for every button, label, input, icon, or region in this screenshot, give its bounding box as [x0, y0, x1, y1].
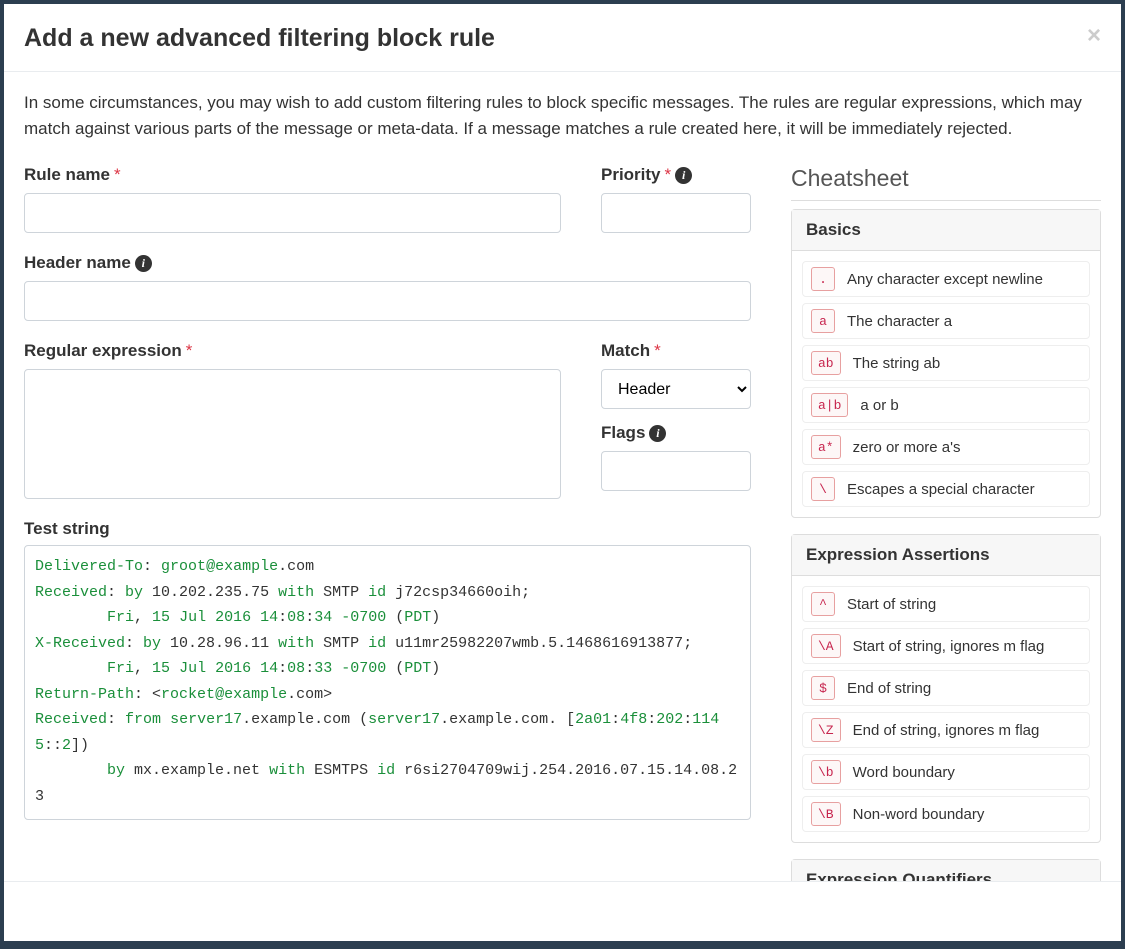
cheat-item[interactable]: \Z End of string, ignores m flag	[802, 712, 1090, 748]
test-string-label: Test string	[24, 519, 751, 539]
cheat-item[interactable]: \A Start of string, ignores m flag	[802, 628, 1090, 664]
cheat-item[interactable]: ab The string ab	[802, 345, 1090, 381]
flags-input[interactable]	[601, 451, 751, 491]
modal-body[interactable]: In some circumstances, you may wish to a…	[4, 72, 1121, 881]
form-area: Rule name * Priority *i Header name i	[24, 165, 1101, 881]
cheat-desc: zero or more a's	[853, 439, 961, 456]
cheat-desc: Non-word boundary	[853, 806, 985, 823]
cheat-item[interactable]: a|b a or b	[802, 387, 1090, 423]
cheat-item[interactable]: \B Non-word boundary	[802, 796, 1090, 832]
cheatsheet-section-header: Expression Quantifiers	[792, 860, 1100, 881]
header-name-label: Header name i	[24, 253, 751, 273]
regex-input[interactable]	[24, 369, 561, 499]
cheatsheet-section: Expression Assertions ^ Start of string \A S…	[791, 534, 1101, 843]
header-name-field: Header name i	[24, 253, 751, 321]
cheat-desc: End of string, ignores m flag	[853, 722, 1040, 739]
cheat-code: \b	[811, 760, 841, 784]
cheat-code: a	[811, 309, 835, 333]
flags-label: Flags i	[601, 423, 751, 443]
cheat-desc: The string ab	[853, 355, 941, 372]
cheat-desc: Escapes a special character	[847, 481, 1035, 498]
cheatsheet-section-header: Basics	[792, 210, 1100, 251]
info-icon[interactable]: i	[649, 425, 666, 442]
priority-field: Priority *i	[601, 165, 751, 233]
cheat-item[interactable]: . Any character except newline	[802, 261, 1090, 297]
cheat-item[interactable]: a* zero or more a's	[802, 429, 1090, 465]
cheat-code: \Z	[811, 718, 841, 742]
cheat-item[interactable]: \ Escapes a special character	[802, 471, 1090, 507]
modal-header: Add a new advanced filtering block rule …	[4, 4, 1121, 72]
cheatsheet-panel: Cheatsheet Basics. Any character except n…	[791, 165, 1101, 881]
intro-text: In some circumstances, you may wish to a…	[24, 90, 1101, 141]
cheat-code: $	[811, 676, 835, 700]
match-select[interactable]: Header	[601, 369, 751, 409]
regex-label: Regular expression *	[24, 341, 561, 361]
test-string-box[interactable]: Delivered-To: groot@example.com Received…	[24, 545, 751, 820]
cheat-code: ^	[811, 592, 835, 616]
cheat-desc: Start of string, ignores m flag	[853, 638, 1045, 655]
priority-input[interactable]	[601, 193, 751, 233]
cheatsheet-section-header: Expression Assertions	[792, 535, 1100, 576]
modal-footer	[4, 881, 1121, 941]
cheat-desc: The character a	[847, 313, 952, 330]
cheat-desc: Start of string	[847, 596, 936, 613]
cheat-desc: Word boundary	[853, 764, 955, 781]
cheat-item[interactable]: $ End of string	[802, 670, 1090, 706]
cheatsheet-section: Basics. Any character except newline a The …	[791, 209, 1101, 518]
modal: Add a new advanced filtering block rule …	[4, 4, 1121, 941]
form-left: Rule name * Priority *i Header name i	[24, 165, 751, 881]
cheat-code: ab	[811, 351, 841, 375]
cheat-desc: Any character except newline	[847, 271, 1043, 288]
rule-name-input[interactable]	[24, 193, 561, 233]
match-label: Match *	[601, 341, 751, 361]
cheat-desc: a or b	[860, 397, 898, 414]
cheat-code: a*	[811, 435, 841, 459]
cheat-code: .	[811, 267, 835, 291]
info-icon[interactable]: i	[675, 167, 692, 184]
rule-name-field: Rule name *	[24, 165, 561, 233]
regex-field: Regular expression *	[24, 341, 561, 499]
match-flags-column: Match * Header Flags i	[601, 341, 751, 499]
cheat-desc: End of string	[847, 680, 931, 697]
priority-label: Priority *i	[601, 165, 751, 185]
modal-title: Add a new advanced filtering block rule	[24, 24, 495, 53]
cheatsheet-title: Cheatsheet	[791, 165, 1101, 201]
cheat-code: \A	[811, 634, 841, 658]
cheat-item[interactable]: a The character a	[802, 303, 1090, 339]
cheat-item[interactable]: \b Word boundary	[802, 754, 1090, 790]
rule-name-label: Rule name *	[24, 165, 561, 185]
header-name-input[interactable]	[24, 281, 751, 321]
cheat-code: \	[811, 477, 835, 501]
cheat-code: \B	[811, 802, 841, 826]
cheatsheet-section: Expression Quantifiers*0 or more	[791, 859, 1101, 881]
close-icon[interactable]: ×	[1087, 24, 1101, 48]
info-icon[interactable]: i	[135, 255, 152, 272]
cheat-code: a|b	[811, 393, 848, 417]
cheat-item[interactable]: ^ Start of string	[802, 586, 1090, 622]
